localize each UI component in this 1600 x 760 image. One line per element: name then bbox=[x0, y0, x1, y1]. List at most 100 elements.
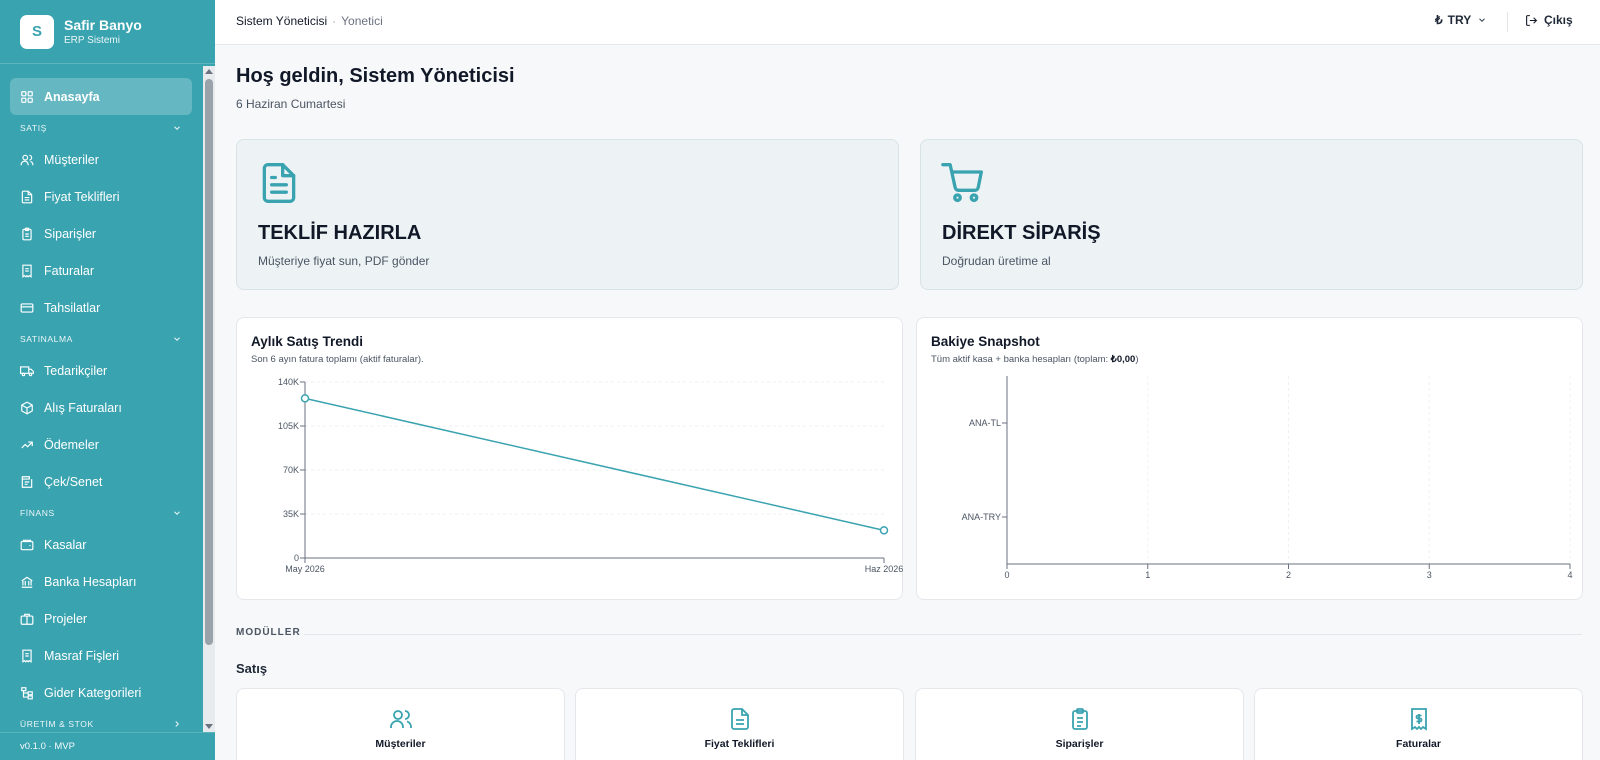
users-icon bbox=[20, 154, 34, 165]
nav-section-finans[interactable]: FİNANS bbox=[20, 500, 182, 526]
package-icon bbox=[21, 400, 33, 415]
receipt-dollar-icon bbox=[1411, 708, 1427, 731]
data-point bbox=[300, 394, 310, 403]
grid-icon bbox=[21, 90, 33, 103]
logout-button[interactable]: Çıkış bbox=[1525, 13, 1573, 27]
sidebar-item-cek-senet[interactable]: Çek/Senet bbox=[10, 463, 192, 500]
nav-section-satinalma[interactable]: SATINALMA bbox=[20, 326, 182, 352]
sidebar-item-label: Anasayfa bbox=[44, 89, 100, 104]
user-role: Yonetici bbox=[341, 14, 383, 28]
sidebar-item-tahsilatlar[interactable]: Tahsilatlar bbox=[10, 289, 192, 326]
receipt-icon bbox=[22, 264, 32, 278]
sidebar-item-faturalar[interactable]: Faturalar bbox=[10, 252, 192, 289]
chevron-down-icon bbox=[1479, 18, 1486, 22]
action-title: DİREKT SİPARİŞ bbox=[942, 222, 1101, 244]
sidebar-item-odemeler[interactable]: Ödemeler bbox=[10, 426, 192, 463]
y-tick-label: 35K bbox=[283, 509, 299, 519]
sidebar-item-musteriler[interactable]: Müşteriler bbox=[10, 141, 192, 178]
module-card-siparisler[interactable]: Siparişler bbox=[915, 688, 1244, 760]
file-text-icon bbox=[262, 163, 296, 203]
data-point bbox=[879, 526, 889, 535]
sidebar-item-alis-faturalari[interactable]: Alış Faturaları bbox=[10, 389, 192, 426]
currency-value: TRY bbox=[1447, 13, 1472, 27]
sidebar-item-label: Tahsilatlar bbox=[44, 300, 101, 315]
credit-card-icon bbox=[20, 302, 34, 313]
action-subtitle: Müşteriye fiyat sun, PDF gönder bbox=[258, 254, 430, 268]
sidebar-scrollbar[interactable] bbox=[203, 66, 215, 732]
sidebar-item-label: Tedarikçiler bbox=[44, 363, 108, 378]
module-card-faturalar[interactable]: Faturalar bbox=[1254, 688, 1583, 760]
x-tick-label: 2 bbox=[1286, 570, 1291, 580]
sidebar-item-fiyat-teklifleri[interactable]: Fiyat Teklifleri bbox=[10, 178, 192, 215]
wallet-icon bbox=[20, 539, 34, 550]
sidebar-item-gider-kategorileri[interactable]: Gider Kategorileri bbox=[10, 674, 192, 711]
sidebar-item-banka-hesaplari[interactable]: Banka Hesapları bbox=[10, 563, 192, 600]
module-card-musteriler[interactable]: Müşteriler bbox=[236, 688, 565, 760]
chevron-down-icon bbox=[174, 126, 180, 130]
sidebar-item-projeler[interactable]: Projeler bbox=[10, 600, 192, 637]
module-card-fiyat-teklifleri[interactable]: Fiyat Teklifleri bbox=[575, 688, 904, 760]
bank-icon bbox=[21, 576, 33, 588]
balance-bar-chart: 0 1 2 3 4 ANA-TL ANA-TRY bbox=[962, 376, 1573, 580]
x-tick-label: May 2026 bbox=[285, 564, 325, 574]
logout-icon bbox=[1526, 14, 1538, 26]
current-date: 6 Haziran Cumartesi bbox=[236, 97, 346, 111]
action-title: TEKLİF HAZIRLA bbox=[258, 222, 422, 244]
balance-snapshot-panel: Bakiye Snapshot Tüm aktif kasa + banka h… bbox=[916, 317, 1583, 600]
y-tick-label: 0 bbox=[294, 553, 299, 563]
sidebar-item-label: Alış Faturaları bbox=[44, 400, 122, 415]
sidebar-item-label: Faturalar bbox=[44, 263, 95, 278]
modules-heading: MODÜLLER bbox=[236, 627, 301, 638]
y-tick-label: 70K bbox=[283, 465, 299, 475]
briefcase-icon bbox=[20, 613, 34, 625]
current-user: Sistem Yöneticisi bbox=[236, 14, 328, 28]
nav-section-title: SATIŞ bbox=[20, 123, 47, 133]
nav-section-title: FİNANS bbox=[20, 508, 55, 518]
create-quote-card[interactable]: TEKLİF HAZIRLA Müşteriye fiyat sun, PDF … bbox=[236, 139, 899, 290]
module-label: Fiyat Teklifleri bbox=[704, 738, 775, 750]
clipboard-icon bbox=[22, 227, 32, 240]
page-title: Hoş geldin, Sistem Yöneticisi bbox=[236, 65, 515, 87]
sidebar-item-label: Masraf Fişleri bbox=[44, 648, 120, 663]
file-text-icon bbox=[731, 708, 749, 730]
module-label: Müşteriler bbox=[375, 738, 426, 750]
shopping-cart-icon bbox=[941, 163, 983, 203]
sidebar: S Safir Banyo ERP Sistemi Anasayfa SATIŞ… bbox=[0, 0, 215, 760]
app-version: v0.1.0 · MVP bbox=[0, 732, 215, 760]
x-tick-label: Haz 2026 bbox=[865, 564, 904, 574]
nav-section-satis[interactable]: SATIŞ bbox=[20, 115, 182, 141]
chevron-down-icon bbox=[174, 337, 180, 341]
x-tick-label: 0 bbox=[1004, 570, 1009, 580]
sidebar-item-tedarikciler[interactable]: Tedarikçiler bbox=[10, 352, 192, 389]
sidebar-item-label: Banka Hesapları bbox=[44, 574, 137, 589]
sidebar-item-kasalar[interactable]: Kasalar bbox=[10, 526, 192, 563]
brand[interactable]: S Safir Banyo ERP Sistemi bbox=[0, 0, 215, 64]
y-tick-label: ANA-TL bbox=[969, 418, 1001, 428]
lira-icon: ₺ bbox=[1435, 13, 1443, 27]
chevron-right-icon bbox=[175, 721, 179, 727]
sidebar-item-masraf-fisleri[interactable]: Masraf Fişleri bbox=[10, 637, 192, 674]
breadcrumb: Sistem Yöneticisi · Yonetici bbox=[236, 14, 383, 28]
sidebar-item-label: Kasalar bbox=[44, 537, 87, 552]
sidebar-item-label: Fiyat Teklifleri bbox=[44, 189, 120, 204]
sidebar-nav: Anasayfa SATIŞ Müşteriler Fiyat Teklifle… bbox=[0, 66, 203, 732]
sidebar-item-label: Çek/Senet bbox=[44, 474, 103, 489]
users-icon bbox=[390, 710, 412, 728]
direct-order-card[interactable]: DİREKT SİPARİŞ Doğrudan üretime al bbox=[920, 139, 1583, 290]
chevron-down-icon bbox=[174, 511, 180, 515]
y-tick-label: 105K bbox=[278, 421, 299, 431]
sidebar-item-anasayfa[interactable]: Anasayfa bbox=[10, 78, 192, 115]
series-line bbox=[304, 397, 885, 532]
currency-selector[interactable]: ₺ TRY bbox=[1435, 13, 1487, 27]
sidebar-item-label: Projeler bbox=[44, 611, 88, 626]
sidebar-item-label: Müşteriler bbox=[44, 152, 99, 167]
module-label: Siparişler bbox=[1055, 738, 1104, 750]
nav-section-uretim-stok[interactable]: ÜRETİM & STOK bbox=[20, 711, 182, 732]
sidebar-item-siparisler[interactable]: Siparişler bbox=[10, 215, 192, 252]
clipboard-icon bbox=[1072, 708, 1088, 730]
sales-trend-panel: Aylık Satış Trendi Son 6 ayın fatura top… bbox=[236, 317, 903, 600]
scroll-thumb[interactable] bbox=[205, 79, 213, 645]
scroll-up-arrow[interactable] bbox=[205, 69, 213, 74]
header-divider bbox=[1507, 12, 1508, 32]
scroll-down-arrow[interactable] bbox=[205, 724, 213, 729]
